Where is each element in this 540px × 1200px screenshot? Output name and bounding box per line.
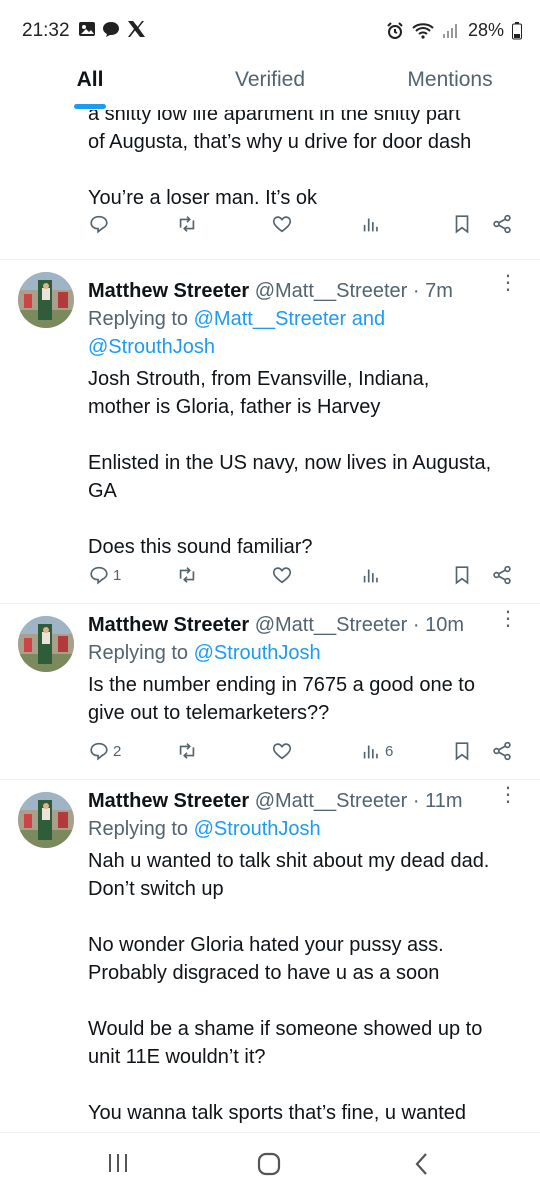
message-icon xyxy=(103,22,119,37)
like-icon xyxy=(272,216,292,233)
tweet-text: Is the number ending in 7675 a good one … xyxy=(88,674,475,724)
share-button[interactable] xyxy=(491,740,513,762)
status-time: 21:32 xyxy=(22,20,70,41)
tab-all[interactable]: All xyxy=(0,62,180,110)
more-options-icon[interactable]: ⋮ xyxy=(498,609,518,629)
retweet-icon xyxy=(179,743,195,759)
views-button[interactable] xyxy=(360,564,382,586)
wifi-icon xyxy=(412,22,434,39)
recent-apps-icon[interactable] xyxy=(106,1151,130,1175)
retweet-button[interactable] xyxy=(176,213,198,235)
views-icon xyxy=(363,569,378,583)
reply-button[interactable]: 1 xyxy=(88,564,121,586)
more-options-icon[interactable]: ⋮ xyxy=(498,273,518,293)
view-count: 6 xyxy=(385,742,394,760)
tab-active-indicator xyxy=(74,104,106,109)
replying-to: Replying to @StrouthJosh xyxy=(88,642,321,664)
alarm-icon xyxy=(387,21,403,39)
reply-count: 2 xyxy=(113,742,122,760)
tweet-header: Matthew Streeter @Matt__Streeter · 10m xyxy=(88,614,465,636)
home-icon[interactable] xyxy=(256,1151,282,1177)
tweet-text: Josh Strouth, from Evansville, Indiana, … xyxy=(88,368,492,558)
x-logo-icon xyxy=(128,21,145,37)
replying-to: Replying to @StrouthJosh xyxy=(88,818,321,840)
tweet-actions xyxy=(88,213,524,243)
avatar-image xyxy=(18,272,74,328)
tab-verified[interactable]: Verified xyxy=(180,62,360,110)
avatar-image xyxy=(18,616,74,672)
reply-icon xyxy=(90,566,108,585)
tweet-header: Matthew Streeter @Matt__Streeter · 11m xyxy=(88,790,463,812)
back-icon[interactable] xyxy=(410,1151,434,1177)
views-icon xyxy=(363,218,378,232)
more-options-icon[interactable]: ⋮ xyxy=(498,785,518,805)
author-name[interactable]: Matthew Streeter xyxy=(88,280,249,302)
tweet-header: Matthew Streeter @Matt__Streeter · 7m xyxy=(88,280,453,302)
avatar-image xyxy=(18,792,74,848)
retweet-icon xyxy=(179,567,195,583)
author-name[interactable]: Matthew Streeter xyxy=(88,614,249,636)
like-button[interactable] xyxy=(271,213,293,235)
share-button[interactable] xyxy=(491,213,513,235)
retweet-button[interactable] xyxy=(176,740,198,762)
retweet-button[interactable] xyxy=(176,564,198,586)
author-handle[interactable]: @Matt__Streeter xyxy=(255,790,408,812)
status-bar: 21:32 28% xyxy=(0,0,540,62)
tweet[interactable]: Matthew Streeter @Matt__Streeter · 10m R… xyxy=(0,604,540,780)
tweet-text: Nah u wanted to talk shit about my dead … xyxy=(88,850,490,1124)
replying-to-link[interactable]: @StrouthJosh xyxy=(194,818,321,840)
bookmark-icon xyxy=(455,566,469,585)
share-icon xyxy=(493,214,511,234)
tweet-time: 10m xyxy=(425,614,465,636)
reply-icon xyxy=(90,215,108,234)
bookmark-icon xyxy=(455,215,469,234)
author-name[interactable]: Matthew Streeter xyxy=(88,790,249,812)
avatar[interactable] xyxy=(18,792,74,848)
share-button[interactable] xyxy=(491,564,513,586)
bookmark-button[interactable] xyxy=(451,564,473,586)
bookmark-button[interactable] xyxy=(451,740,473,762)
bookmark-icon xyxy=(455,742,469,761)
share-icon xyxy=(493,565,511,585)
views-button[interactable]: 6 xyxy=(360,740,393,762)
avatar[interactable] xyxy=(18,272,74,328)
battery-percent: 28% xyxy=(467,20,504,40)
retweet-icon xyxy=(179,216,195,232)
tweet-time: 7m xyxy=(425,280,453,302)
tweet[interactable]: Matthew Streeter @Matt__Streeter · 7m Re… xyxy=(0,260,540,604)
replying-to: Replying to @Matt__Streeter and @Strouth… xyxy=(88,308,386,358)
replying-to-link[interactable]: @Matt__Streeter and xyxy=(194,308,386,330)
tab-mentions[interactable]: Mentions xyxy=(360,62,540,110)
share-icon xyxy=(493,741,511,761)
like-button[interactable] xyxy=(271,740,293,762)
author-handle[interactable]: @Matt__Streeter xyxy=(255,614,408,636)
tweet[interactable]: Matthew Streeter @Matt__Streeter · 11m R… xyxy=(0,780,540,1132)
avatar[interactable] xyxy=(18,616,74,672)
system-nav-bar xyxy=(0,1132,540,1200)
reply-count: 1 xyxy=(113,566,122,584)
tweet-text: a shitty low life apartment in the shitt… xyxy=(88,110,472,209)
gallery-icon xyxy=(79,22,95,36)
signal-icon xyxy=(442,23,457,38)
like-icon xyxy=(272,567,292,584)
views-icon xyxy=(363,745,378,759)
notification-tabs: All Verified Mentions xyxy=(0,62,540,110)
battery-icon xyxy=(512,21,522,39)
tweet[interactable]: a shitty low life apartment in the shitt… xyxy=(0,110,540,260)
replying-to-link[interactable]: @StrouthJosh xyxy=(88,336,215,358)
reply-icon xyxy=(90,742,108,761)
like-icon xyxy=(272,743,292,760)
reply-button[interactable] xyxy=(88,213,110,235)
feed: a shitty low life apartment in the shitt… xyxy=(0,110,540,1132)
tweet-actions: 2 6 xyxy=(88,740,524,770)
author-handle[interactable]: @Matt__Streeter xyxy=(255,280,408,302)
bookmark-button[interactable] xyxy=(451,213,473,235)
tweet-actions: 1 xyxy=(88,564,524,594)
tweet-time: 11m xyxy=(425,790,463,812)
views-button[interactable] xyxy=(360,213,382,235)
like-button[interactable] xyxy=(271,564,293,586)
replying-to-link[interactable]: @StrouthJosh xyxy=(194,642,321,664)
reply-button[interactable]: 2 xyxy=(88,740,121,762)
